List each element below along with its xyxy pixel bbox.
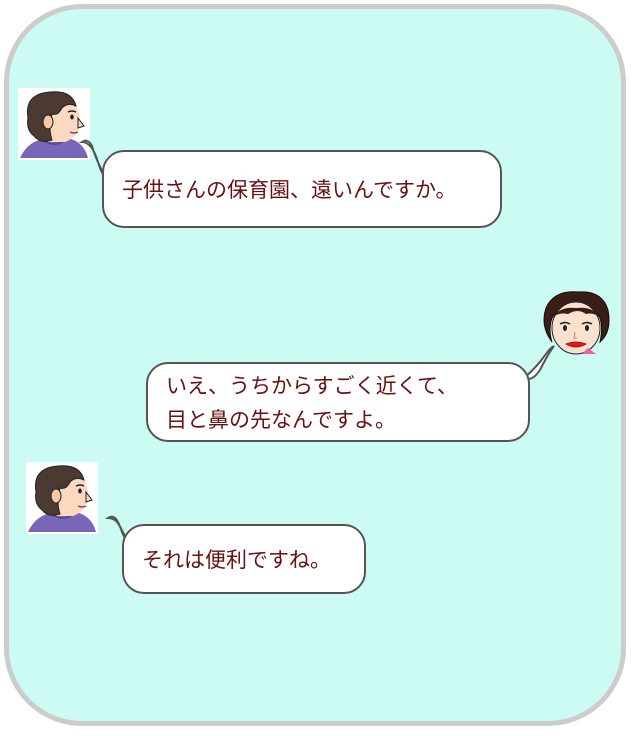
speech-bubble-2: いえ、うちからすごく近くて、 目と鼻の先なんですよ。 [146, 362, 530, 442]
bubble-text-2-line-2: 目と鼻の先なんですよ。 [166, 408, 396, 432]
speech-bubble-3: それは便利ですね。 [122, 524, 366, 594]
woman-avatar-icon [26, 462, 98, 534]
bubble-text-2-line-1: いえ、うちからすごく近くて、 [166, 374, 458, 398]
speech-bubble-1: 子供さんの保育園、遠いんですか。 [102, 150, 502, 228]
bubble-text-1-line-1: 子供さんの保育園、遠いんですか。 [122, 178, 457, 202]
bubble-text-3-line-1: それは便利ですね。 [142, 548, 331, 572]
